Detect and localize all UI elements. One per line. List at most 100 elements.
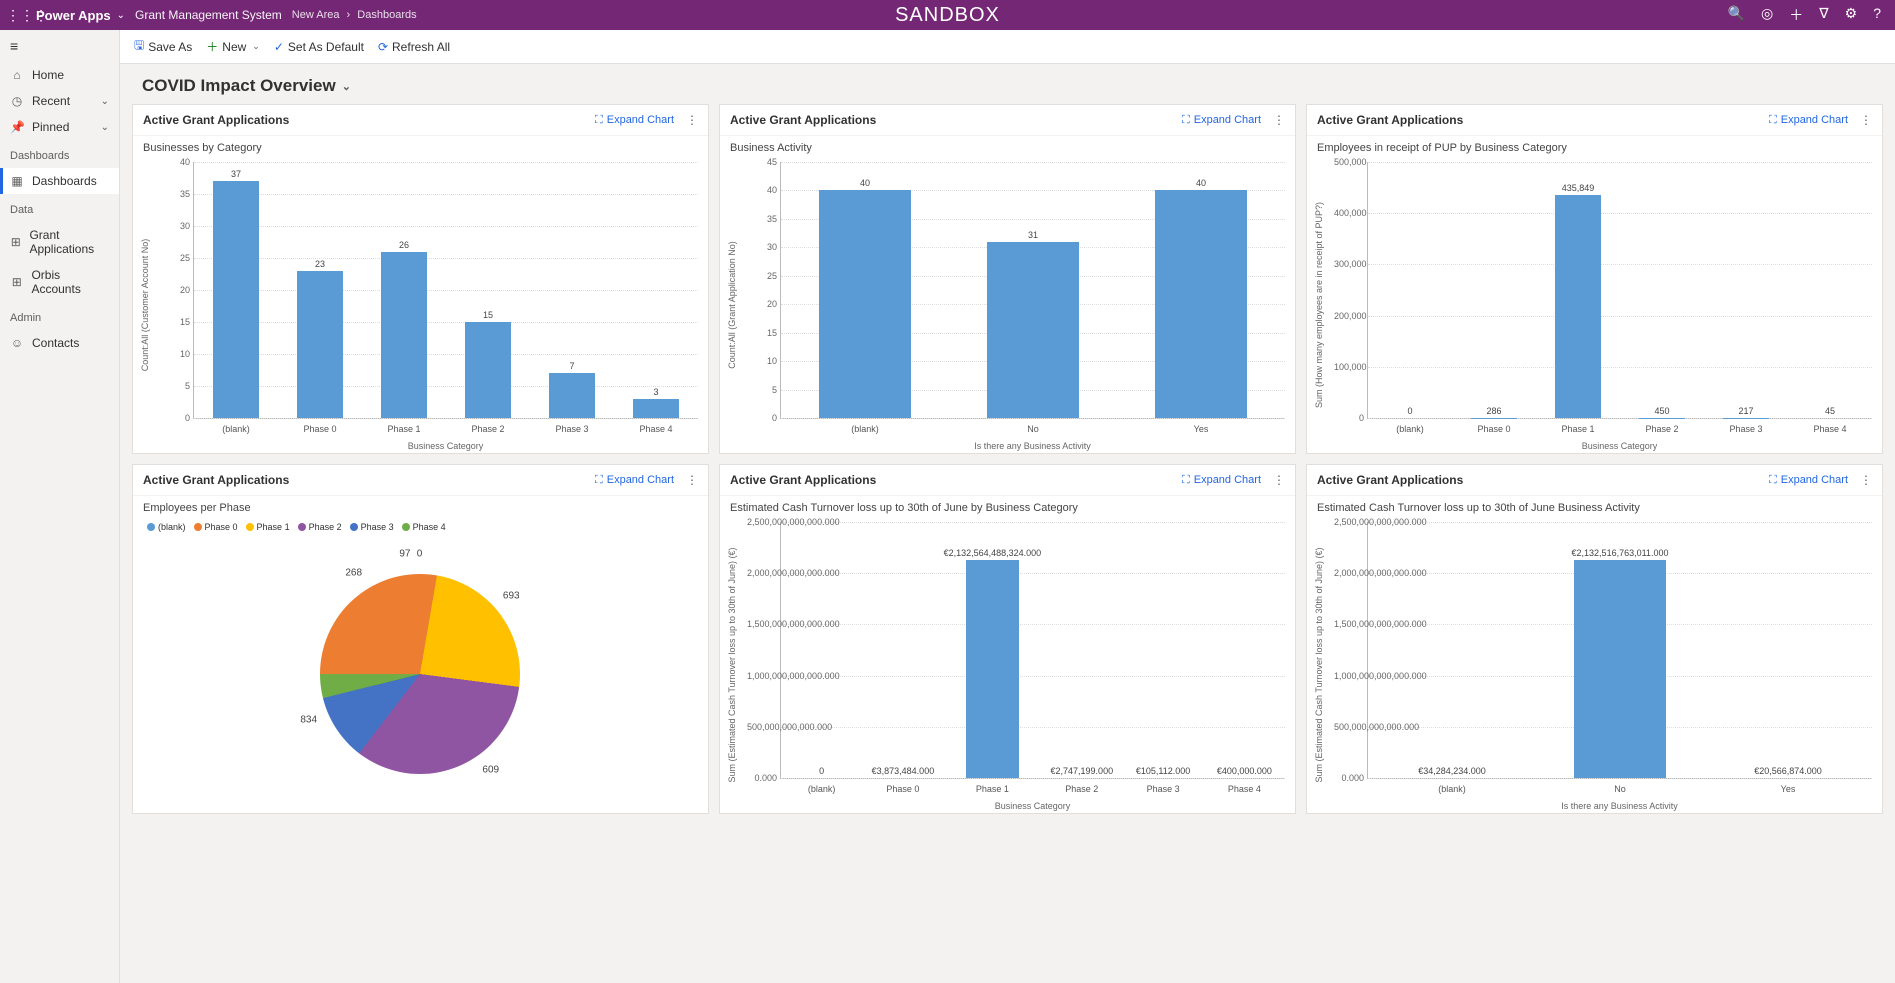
chevron-down-icon[interactable]: ⌄ (342, 80, 351, 93)
command-save-as[interactable]: 🖫 Save As (134, 36, 192, 57)
expand-label: Expand Chart (607, 114, 674, 126)
home-icon: ⌂ (10, 68, 24, 82)
settings-icon[interactable]: ⚙ (1845, 5, 1858, 25)
x-tick: Phase 4 (1780, 424, 1881, 434)
legend-label: Phase 1 (257, 522, 290, 532)
chart-body: 05101520253035404540(blank)31No40YesCoun… (720, 156, 1295, 453)
y-tick: 25 (160, 253, 190, 263)
bar[interactable] (1155, 190, 1247, 418)
card-title: Active Grant Applications (730, 473, 876, 487)
expand-icon: ⛶ (1769, 474, 1777, 487)
sidebar-toggle-icon[interactable]: ≡ (0, 30, 119, 62)
page-title-text: COVID Impact Overview (142, 76, 336, 96)
more-icon[interactable]: ⋮ (686, 473, 698, 487)
bar-chart: 051015202530354037(blank)23Phase 026Phas… (133, 156, 708, 453)
sidebar-label: Orbis Accounts (31, 268, 109, 296)
bar[interactable] (1555, 195, 1601, 418)
search-icon[interactable]: 🔍 (1728, 5, 1745, 25)
card-title: Active Grant Applications (1317, 113, 1463, 127)
card-title: Active Grant Applications (143, 113, 289, 127)
y-tick: 0 (160, 413, 190, 423)
sidebar-item-home[interactable]: ⌂ Home (0, 62, 119, 88)
expand-chart-button[interactable]: ⛶ Expand Chart (1769, 474, 1848, 487)
expand-label: Expand Chart (1781, 474, 1848, 486)
sidebar-item-contacts[interactable]: ☺ Contacts (0, 330, 119, 356)
expand-chart-button[interactable]: ⛶ Expand Chart (1182, 114, 1261, 127)
legend-item[interactable]: Phase 4 (402, 522, 446, 532)
bar[interactable] (633, 399, 679, 418)
command-refresh-all[interactable]: ⟳ Refresh All (378, 40, 450, 54)
chevron-down-icon[interactable]: ⌄ (101, 96, 109, 107)
entity-icon: ⊞ (10, 235, 21, 249)
add-icon[interactable]: ＋ (1789, 5, 1803, 25)
chevron-down-icon[interactable]: ⌄ (101, 122, 109, 133)
sidebar-item-dashboards[interactable]: ▦ Dashboards (0, 168, 119, 194)
y-tick: 20 (747, 299, 777, 309)
environment-label: SANDBOX (895, 4, 1000, 27)
sidebar-item-orbis-accounts[interactable]: ⊞ Orbis Accounts (0, 262, 119, 302)
legend-item[interactable]: (blank) (147, 522, 186, 532)
sidebar-item-recent[interactable]: ◷ Recent ⌄ (0, 88, 119, 114)
bar[interactable] (987, 242, 1079, 418)
expand-chart-button[interactable]: ⛶ Expand Chart (595, 474, 674, 487)
sidebar-item-grant-applications[interactable]: ⊞ Grant Applications (0, 222, 119, 262)
page-title[interactable]: COVID Impact Overview ⌄ (120, 64, 1895, 104)
legend-item[interactable]: Phase 1 (246, 522, 290, 532)
pie-slice-label: 97 (399, 549, 410, 560)
command-set-default[interactable]: ✓ Set As Default (274, 40, 364, 54)
bar-slot: 3Phase 4 (614, 162, 698, 418)
app-name[interactable]: Grant Management System (135, 8, 282, 22)
legend-item[interactable]: Phase 0 (194, 522, 238, 532)
y-tick: 35 (747, 214, 777, 224)
app-launcher-icon[interactable]: ⋮⋮⋮ (6, 7, 30, 24)
bar-slot: 37(blank) (194, 162, 278, 418)
more-icon[interactable]: ⋮ (686, 113, 698, 127)
expand-icon: ⛶ (1182, 474, 1190, 487)
target-icon[interactable]: ◎ (1761, 5, 1773, 25)
filter-icon[interactable]: ∇ (1819, 5, 1828, 25)
y-tick: 30 (160, 221, 190, 231)
chevron-down-icon[interactable]: ⌄ (252, 41, 260, 52)
bar[interactable] (213, 181, 259, 418)
bar[interactable] (1574, 560, 1666, 778)
chart-subtitle: Business Activity (720, 136, 1295, 156)
breadcrumb-area[interactable]: New Area (292, 9, 340, 21)
chevron-down-icon[interactable]: ⌄ (117, 10, 125, 21)
command-label: Set As Default (288, 40, 364, 54)
more-icon[interactable]: ⋮ (1273, 113, 1285, 127)
bar[interactable] (549, 373, 595, 418)
y-tick: 15 (747, 328, 777, 338)
breadcrumb-page[interactable]: Dashboards (357, 9, 416, 21)
more-icon[interactable]: ⋮ (1860, 473, 1872, 487)
y-tick: 0.000 (747, 773, 777, 783)
card-header: Active Grant Applications ⛶ Expand Chart… (1307, 465, 1882, 496)
expand-chart-button[interactable]: ⛶ Expand Chart (595, 114, 674, 127)
legend-item[interactable]: Phase 3 (350, 522, 394, 532)
product-brand[interactable]: Power Apps (36, 8, 111, 23)
legend-swatch (350, 523, 358, 531)
breadcrumb-separator: › (347, 9, 351, 21)
bar-value-label: 40 (860, 178, 870, 188)
help-icon[interactable]: ? (1873, 5, 1881, 25)
more-icon[interactable]: ⋮ (1273, 473, 1285, 487)
sidebar-item-pinned[interactable]: 📌 Pinned ⌄ (0, 114, 119, 140)
bar[interactable] (381, 252, 427, 418)
chart-subtitle: Employees in receipt of PUP by Business … (1307, 136, 1882, 156)
card-title: Active Grant Applications (1317, 473, 1463, 487)
more-icon[interactable]: ⋮ (1860, 113, 1872, 127)
y-tick: 1,000,000,000,000.000 (1334, 671, 1364, 681)
chart-body: 051015202530354037(blank)23Phase 026Phas… (133, 156, 708, 453)
y-tick: 10 (747, 356, 777, 366)
expand-icon: ⛶ (595, 114, 603, 127)
expand-chart-button[interactable]: ⛶ Expand Chart (1769, 114, 1848, 127)
y-tick: 30 (747, 242, 777, 252)
expand-chart-button[interactable]: ⛶ Expand Chart (1182, 474, 1261, 487)
bar[interactable] (465, 322, 511, 418)
command-new[interactable]: ＋ New ⌄ (206, 38, 260, 55)
pie[interactable] (320, 574, 520, 774)
bar[interactable] (966, 560, 1020, 778)
bar[interactable] (819, 190, 911, 418)
bar[interactable] (297, 271, 343, 418)
bar-value-label: €2,747,199.000 (1051, 766, 1114, 776)
legend-item[interactable]: Phase 2 (298, 522, 342, 532)
